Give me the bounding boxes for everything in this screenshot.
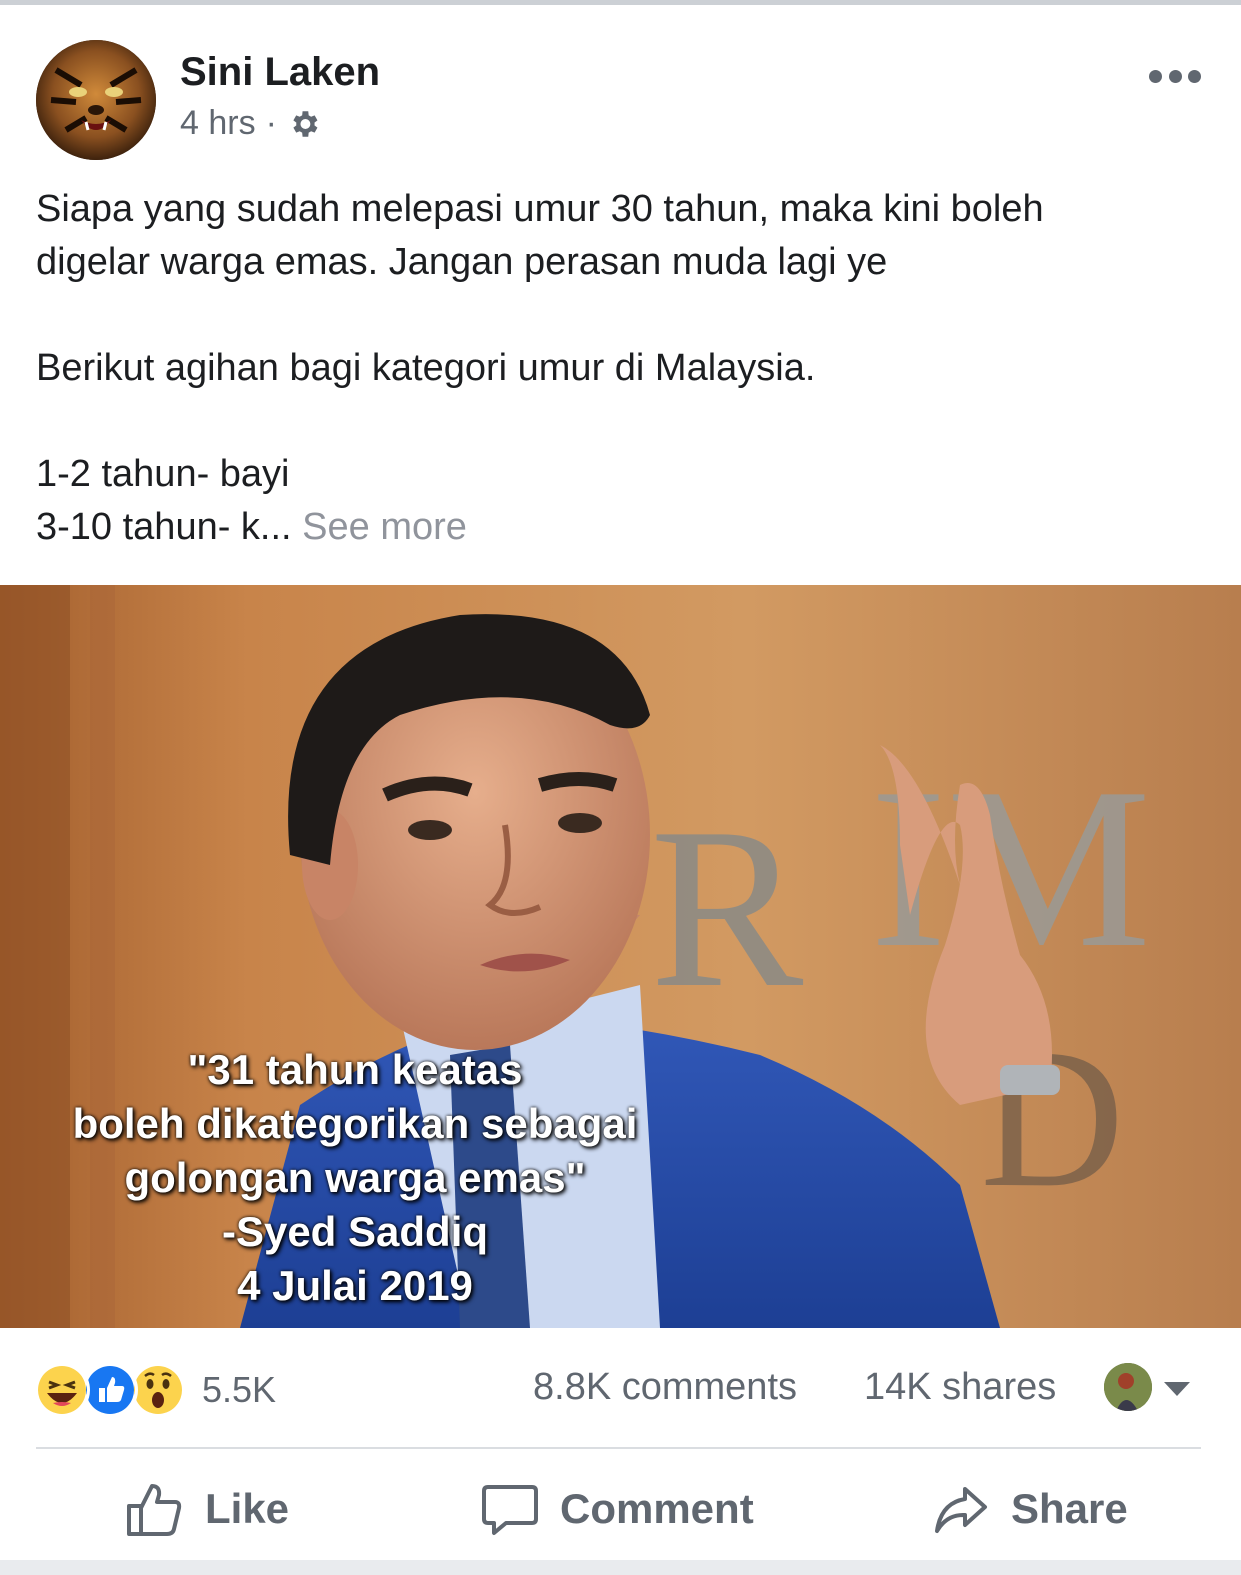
more-dot	[1188, 69, 1201, 83]
share-arrow-icon	[935, 1487, 987, 1533]
post-image[interactable]: R IM D "31 tahun keatas boleh dikategori…	[0, 585, 1241, 1328]
meta-separator: ·	[265, 104, 277, 142]
share-label: Share	[1011, 1485, 1128, 1532]
background-sign-text: R	[650, 780, 804, 1035]
reactions-count: 5.5K	[202, 1369, 277, 1410]
caption-line: -Syed Saddiq	[221, 1208, 489, 1255]
comments-count-link[interactable]: 8.8K comments	[533, 1366, 797, 1409]
shares-count-link[interactable]: 14K shares	[864, 1366, 1056, 1409]
tiger-avatar-image	[36, 40, 156, 160]
wow-icon	[130, 1362, 186, 1418]
share-button[interactable]: Share	[933, 1474, 1128, 1544]
bottom-separator	[0, 1560, 1241, 1575]
divider	[36, 1447, 1201, 1449]
gear-icon[interactable]	[287, 107, 321, 141]
caption-line: 4 Julai 2019	[237, 1262, 473, 1309]
like-button[interactable]: Like	[125, 1474, 289, 1544]
post-line: Berikut agihan bagi kategori umur di Mal…	[36, 347, 816, 389]
top-border	[0, 0, 1241, 5]
more-options-button[interactable]	[1149, 64, 1201, 88]
caption-line: "31 tahun keatas	[187, 1046, 523, 1093]
author-name[interactable]: Sini Laken	[180, 50, 380, 95]
post-line: 1-2 tahun- bayi	[36, 453, 290, 495]
more-dot	[1168, 69, 1182, 83]
caption-line: golongan warga emas"	[124, 1154, 586, 1201]
truncated-text: 3-10 tahun- k...	[36, 506, 292, 548]
post-meta: 4 hrs ·	[180, 104, 321, 143]
comment-button[interactable]: Comment	[482, 1474, 754, 1544]
see-more-link[interactable]: See more	[302, 506, 467, 548]
caption-line: boleh dikategorikan sebagai	[72, 1100, 638, 1147]
viewer-avatar[interactable]	[1104, 1363, 1152, 1411]
post-text: Siapa yang sudah melepasi umur 30 tahun,…	[36, 183, 1206, 554]
thumbs-up-icon	[127, 1484, 182, 1536]
like-label: Like	[205, 1485, 290, 1532]
image-caption: "31 tahun keatas boleh dikategorikan seb…	[10, 1043, 700, 1313]
comment-label: Comment	[560, 1485, 754, 1532]
chevron-down-icon[interactable]	[1164, 1382, 1190, 1396]
post-line: Siapa yang sudah melepasi umur 30 tahun,…	[36, 188, 1044, 230]
more-dots-icon	[1149, 69, 1162, 83]
reactions-summary[interactable]: 5.5K	[34, 1362, 276, 1418]
post-time[interactable]: 4 hrs	[180, 104, 256, 143]
comment-icon	[482, 1485, 538, 1535]
haha-icon	[34, 1362, 90, 1418]
like-icon	[82, 1362, 138, 1418]
post-line: digelar warga emas. Jangan perasan muda …	[36, 241, 888, 283]
viewer-avatar-image	[1104, 1363, 1152, 1411]
post-line-last: 3-10 tahun- k... See more	[36, 501, 1206, 554]
author-avatar[interactable]	[36, 40, 156, 160]
